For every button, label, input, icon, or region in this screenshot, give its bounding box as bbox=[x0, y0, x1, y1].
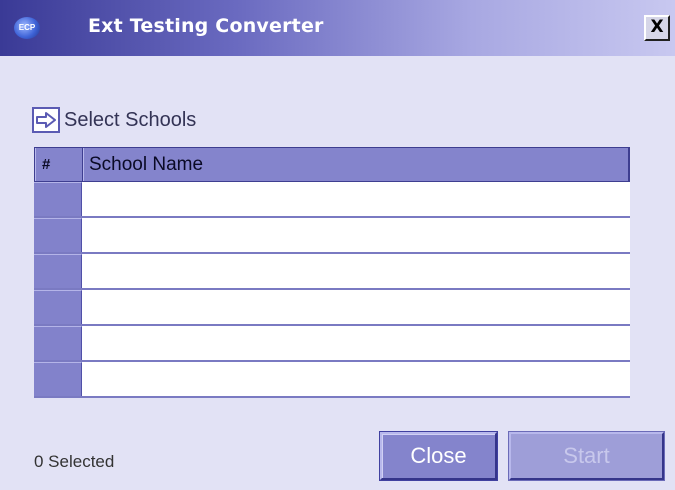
close-button[interactable]: Close bbox=[380, 432, 497, 480]
title-bar[interactable]: ECP Ext Testing Converter X bbox=[0, 0, 675, 56]
row-selector[interactable] bbox=[34, 326, 82, 360]
column-header-number[interactable]: # bbox=[35, 148, 83, 181]
arrow-right-icon bbox=[32, 107, 60, 133]
table-row[interactable] bbox=[34, 290, 630, 326]
school-name-cell[interactable] bbox=[82, 290, 630, 324]
start-button[interactable]: Start bbox=[509, 432, 664, 480]
column-header-school-name[interactable]: School Name bbox=[83, 148, 629, 181]
row-selector[interactable] bbox=[34, 218, 82, 252]
schools-table[interactable]: # School Name bbox=[34, 147, 630, 398]
school-name-cell[interactable] bbox=[82, 182, 630, 216]
selection-status: 0 Selected bbox=[34, 452, 115, 471]
row-selector[interactable] bbox=[34, 182, 82, 216]
section-label: Select Schools bbox=[64, 108, 197, 131]
row-selector[interactable] bbox=[34, 254, 82, 288]
window-close-button[interactable]: X bbox=[644, 15, 670, 41]
ecp-globe-icon[interactable]: ECP bbox=[14, 17, 40, 39]
table-row[interactable] bbox=[34, 218, 630, 254]
table-header: # School Name bbox=[34, 147, 630, 182]
school-name-cell[interactable] bbox=[82, 362, 630, 396]
table-row[interactable] bbox=[34, 326, 630, 362]
converter-window: ECP Ext Testing Converter X Select Schoo… bbox=[0, 0, 675, 490]
table-row[interactable] bbox=[34, 182, 630, 218]
row-selector[interactable] bbox=[34, 290, 82, 324]
school-name-cell[interactable] bbox=[82, 218, 630, 252]
table-row[interactable] bbox=[34, 362, 630, 398]
school-name-cell[interactable] bbox=[82, 326, 630, 360]
window-title: Ext Testing Converter bbox=[88, 15, 324, 37]
school-name-cell[interactable] bbox=[82, 254, 630, 288]
table-row[interactable] bbox=[34, 254, 630, 290]
select-schools-header: Select Schools bbox=[32, 105, 196, 135]
row-selector[interactable] bbox=[34, 362, 82, 396]
